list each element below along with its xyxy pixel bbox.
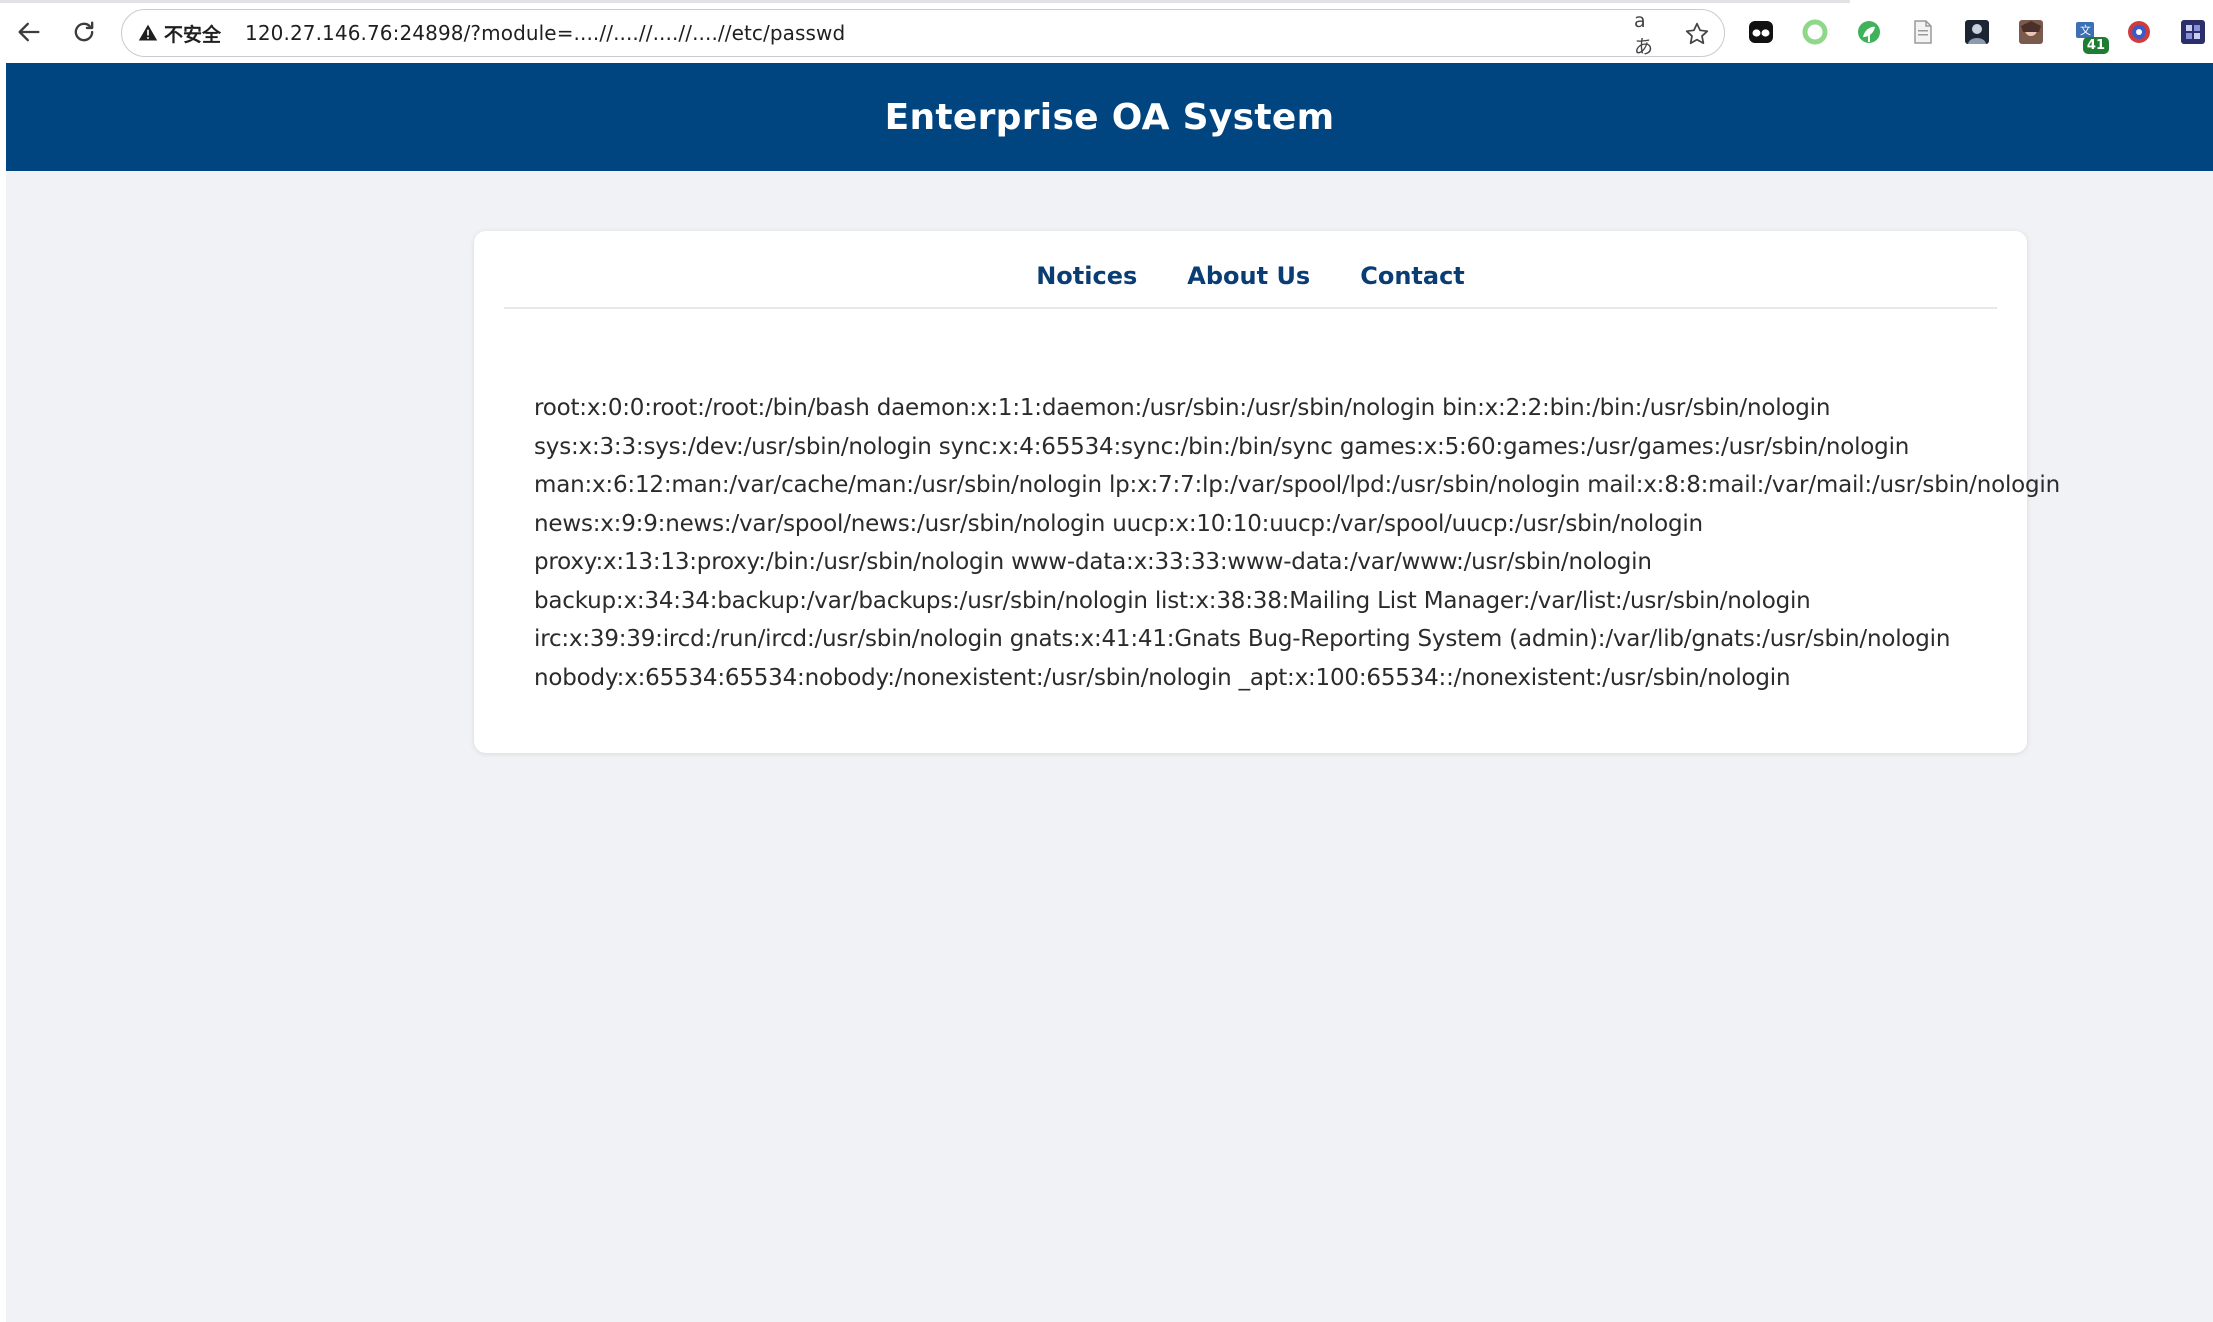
output-line: backup:x:34:34:backup:/var/backups:/usr/… bbox=[534, 587, 1811, 614]
arrow-left-icon bbox=[18, 22, 40, 42]
extension-leaf-button[interactable] bbox=[1855, 18, 1883, 46]
svg-text:文: 文 bbox=[2080, 23, 2091, 37]
nav-link-notices[interactable]: Notices bbox=[1036, 262, 1137, 290]
content-card: Notices About Us Contact root:x:0:0:root… bbox=[474, 231, 2060, 753]
portrait-extension-icon bbox=[1965, 20, 1989, 44]
extension-badge: 41 bbox=[2082, 37, 2109, 54]
extension-ring-button[interactable] bbox=[1801, 18, 1829, 46]
extension-document-button[interactable] bbox=[1909, 18, 1937, 46]
dark-grid-extension-icon bbox=[2181, 20, 2205, 44]
security-indicator[interactable]: 不安全 bbox=[134, 16, 231, 50]
module-output: root:x:0:0:root:/root:/bin/bash daemon:x… bbox=[534, 389, 2060, 697]
extension-translate-button[interactable]: 文 41 bbox=[2073, 18, 2109, 54]
page-load-progress bbox=[0, 0, 1850, 3]
green-leaf-extension-icon bbox=[1858, 21, 1880, 43]
nav-link-about-us[interactable]: About Us bbox=[1187, 262, 1310, 290]
window-left-edge bbox=[0, 63, 6, 1322]
output-line: man:x:6:12:man:/var/cache/man:/usr/sbin/… bbox=[534, 472, 2060, 498]
mask-extension-icon bbox=[1749, 21, 1773, 43]
extension-mask-button[interactable] bbox=[1747, 18, 1775, 46]
site-header: Enterprise OA System bbox=[6, 63, 2213, 171]
security-label: 不安全 bbox=[164, 23, 222, 46]
extension-portrait-button[interactable] bbox=[1963, 18, 1991, 46]
warning-triangle-icon bbox=[138, 24, 158, 41]
output-line: news:x:9:9:news:/var/spool/news:/usr/sbi… bbox=[534, 510, 1703, 537]
browser-toolbar: 不安全 120.27.146.76:24898/?module=....//..… bbox=[0, 0, 2213, 63]
green-ring-extension-icon bbox=[1802, 19, 1828, 45]
output-line: proxy:x:13:13:proxy:/bin:/usr/sbin/nolog… bbox=[534, 549, 1652, 575]
extension-target-button[interactable] bbox=[2125, 18, 2153, 46]
extension-shield-button[interactable] bbox=[2179, 18, 2207, 46]
main-nav: Notices About Us Contact bbox=[504, 231, 1997, 309]
output-line: root:x:0:0:root:/root:/bin/bash daemon:x… bbox=[534, 395, 1831, 421]
url-text[interactable]: 120.27.146.76:24898/?module=....//....//… bbox=[245, 21, 845, 45]
nav-link-contact[interactable]: Contact bbox=[1360, 262, 1465, 290]
output-line: sys:x:3:3:sys:/dev:/usr/sbin/nologin syn… bbox=[534, 433, 1910, 460]
output-line: nobody:x:65534:65534:nobody:/nonexistent… bbox=[534, 664, 1791, 691]
anime-avatar-extension-icon bbox=[2019, 20, 2043, 44]
page-title: Enterprise OA System bbox=[884, 96, 1335, 138]
extension-anime-button[interactable] bbox=[2017, 18, 2045, 46]
star-icon bbox=[1685, 22, 1709, 45]
address-bar[interactable]: 不安全 120.27.146.76:24898/?module=....//..… bbox=[121, 9, 1725, 58]
output-line: irc:x:39:39:ircd:/run/ircd:/usr/sbin/nol… bbox=[534, 626, 1951, 652]
translate-icon: aあ bbox=[1634, 9, 1654, 58]
reload-icon bbox=[74, 21, 94, 42]
reload-button[interactable] bbox=[66, 14, 102, 50]
target-extension-icon bbox=[2128, 21, 2150, 43]
bookmark-button[interactable] bbox=[1682, 19, 1712, 49]
translate-button[interactable]: aあ bbox=[1634, 10, 1664, 58]
back-button[interactable] bbox=[11, 14, 47, 50]
document-extension-icon bbox=[1914, 20, 1932, 44]
